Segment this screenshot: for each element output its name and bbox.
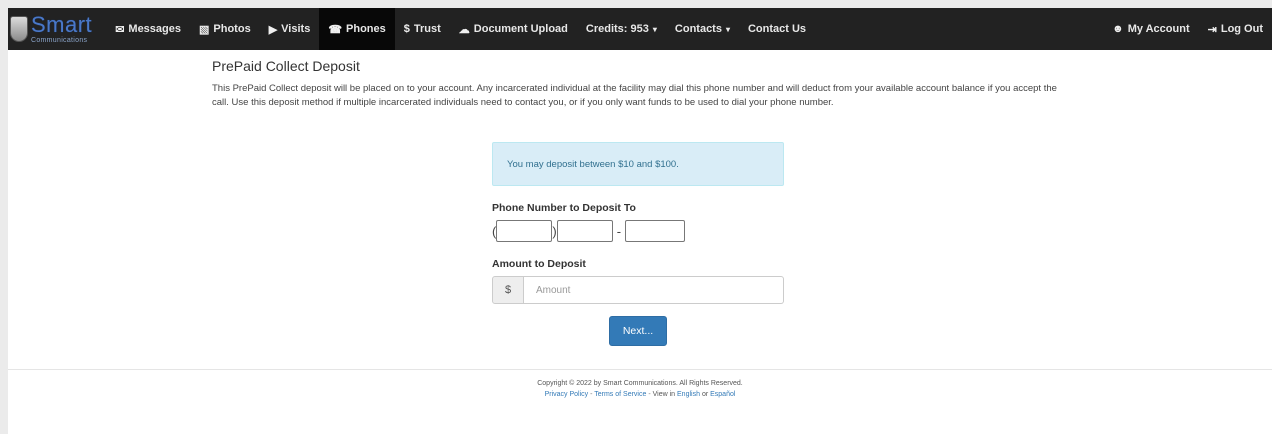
dollar-icon: $ — [403, 23, 410, 35]
english-link[interactable]: English — [677, 391, 700, 398]
shield-logo-icon — [10, 16, 28, 42]
amount-input[interactable] — [524, 276, 784, 304]
nav-right-group: ☻ My Account ⇥ Log Out — [1103, 8, 1272, 50]
area-code-input[interactable] — [496, 220, 553, 242]
footer-divider — [8, 369, 1272, 370]
nav-item-my-account[interactable]: ☻ My Account — [1103, 8, 1199, 50]
or-text: or — [701, 391, 709, 398]
nav-item-trust[interactable]: $ Trust — [395, 8, 450, 50]
copyright-text: Copyright © 2022 by Smart Communications… — [537, 380, 743, 387]
caret-down-icon: ▾ — [725, 24, 730, 34]
page: Smart Communications ✉ Messages ▧ Photos… — [8, 8, 1272, 434]
nav-label: Contact Us — [747, 23, 807, 35]
nav-item-phones[interactable]: ☎ Phones — [319, 8, 395, 50]
page-title: PrePaid Collect Deposit — [212, 58, 360, 74]
nav-label: Phones — [346, 23, 386, 35]
nav-item-log-out[interactable]: ⇥ Log Out — [1199, 8, 1272, 50]
nav-label: Photos — [213, 23, 251, 35]
nav-item-messages[interactable]: ✉ Messages — [106, 8, 190, 50]
brand-subtitle: Communications — [31, 37, 88, 44]
brand-text: Smart Communications — [31, 12, 93, 45]
nav-item-contact-us[interactable]: Contact Us — [739, 8, 815, 50]
picture-icon: ▧ — [199, 23, 210, 36]
nav-label: Trust — [413, 23, 441, 35]
espanol-link[interactable]: Español — [710, 391, 735, 398]
nav-label: Visits — [281, 23, 311, 35]
amount-input-group: $ — [492, 276, 784, 304]
brand-name: Smart — [31, 12, 93, 37]
nav-label: Messages — [128, 23, 181, 35]
view-in-text: View in — [652, 391, 676, 398]
nav-item-contacts-dropdown[interactable]: Contacts ▾ — [666, 8, 739, 50]
main-content: PrePaid Collect Deposit This PrePaid Col… — [212, 58, 1072, 110]
page-description: This PrePaid Collect deposit will be pla… — [212, 83, 1057, 108]
envelope-icon: ✉ — [115, 23, 125, 36]
brand-logo[interactable]: Smart Communications — [8, 8, 106, 50]
phone-number-group: ( ) - — [492, 220, 784, 242]
terms-of-service-link[interactable]: Terms of Service — [594, 391, 646, 398]
nav-item-credits-dropdown[interactable]: Credits: 953 ▾ — [577, 8, 666, 50]
deposit-range-alert: You may deposit between $10 and $100. — [492, 142, 784, 186]
phone-line-input[interactable] — [625, 220, 686, 242]
phone-dash: - — [616, 223, 622, 239]
user-icon: ☻ — [1112, 23, 1124, 35]
nav-label: My Account — [1127, 23, 1190, 35]
phone-number-label: Phone Number to Deposit To — [492, 202, 636, 214]
currency-addon: $ — [492, 276, 524, 304]
nav-item-visits[interactable]: ▶ Visits — [260, 8, 320, 50]
logout-icon: ⇥ — [1207, 23, 1217, 36]
nav-item-photos[interactable]: ▧ Photos — [190, 8, 260, 50]
next-button[interactable]: Next... — [609, 316, 667, 346]
video-camera-icon: ▶ — [268, 23, 278, 36]
footer: Copyright © 2022 by Smart Communications… — [8, 378, 1272, 400]
top-navbar: Smart Communications ✉ Messages ▧ Photos… — [8, 8, 1272, 50]
privacy-policy-link[interactable]: Privacy Policy — [545, 391, 589, 398]
cloud-upload-icon: ☁ — [458, 23, 470, 36]
footer-links: Privacy Policy - Terms of Service - View… — [8, 389, 1272, 400]
nav-label: Log Out — [1220, 23, 1263, 35]
caret-down-icon: ▾ — [652, 24, 657, 34]
amount-label: Amount to Deposit — [492, 258, 586, 270]
nav-label: Document Upload — [473, 23, 568, 35]
alert-text: You may deposit between $10 and $100. — [507, 158, 679, 170]
phone-icon: ☎ — [328, 23, 343, 36]
nav-label: Contacts — [674, 23, 722, 35]
deposit-form: You may deposit between $10 and $100. Ph… — [492, 142, 784, 346]
nav-item-document-upload[interactable]: ☁ Document Upload — [450, 8, 577, 50]
phone-prefix-input[interactable] — [556, 220, 613, 242]
nav-label: Credits: 953 — [585, 23, 649, 35]
